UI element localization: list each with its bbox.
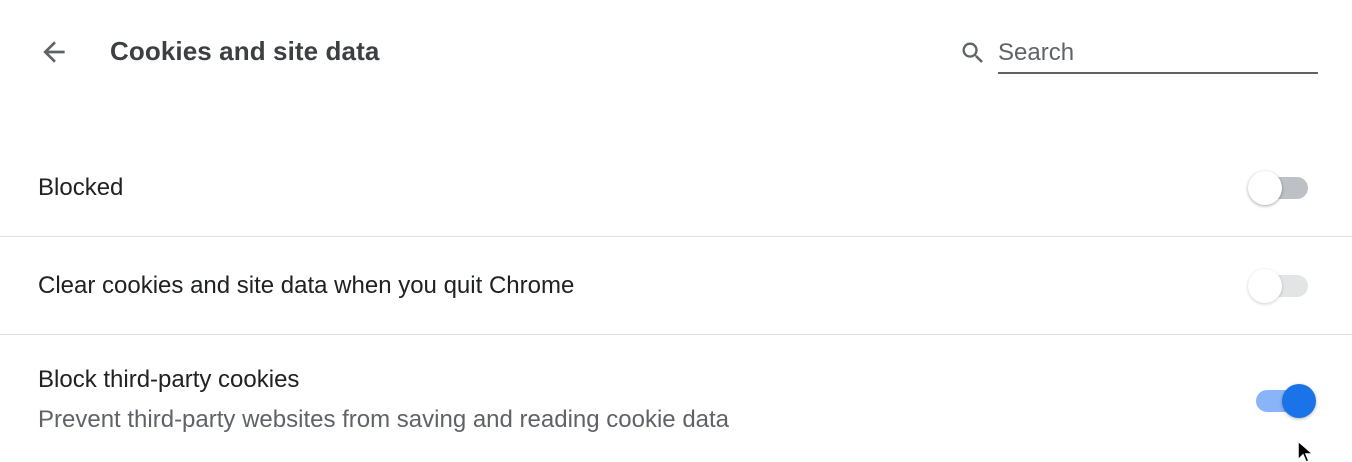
page-title: Cookies and site data [110,36,380,66]
search-input[interactable] [998,34,1318,74]
toggle-knob [1248,171,1282,205]
setting-label: Blocked [38,174,124,201]
toggle-knob [1248,269,1282,303]
mouse-cursor-icon [1297,440,1316,462]
setting-row-blocked[interactable]: Blocked [0,138,1352,237]
search-box [958,30,1318,78]
blocked-toggle[interactable] [1248,170,1312,206]
setting-sublabel: Prevent third-party websites from saving… [38,406,730,433]
setting-row-clear-on-exit[interactable]: Clear cookies and site data when you qui… [0,236,1352,335]
back-button[interactable] [34,32,74,72]
arrow-back-icon [43,41,65,63]
setting-label: Block third-party cookies [38,366,300,393]
search-icon[interactable] [958,38,988,68]
settings-page: Cookies and site data Blocked Clear cook… [0,0,1352,462]
clear-on-exit-toggle[interactable] [1248,268,1312,304]
header: Cookies and site data [0,0,1352,104]
setting-row-block-third-party[interactable]: Block third-party cookies Prevent third-… [0,334,1352,462]
setting-label: Clear cookies and site data when you qui… [38,272,575,299]
toggle-knob [1282,384,1316,418]
block-third-party-toggle[interactable] [1252,383,1316,419]
